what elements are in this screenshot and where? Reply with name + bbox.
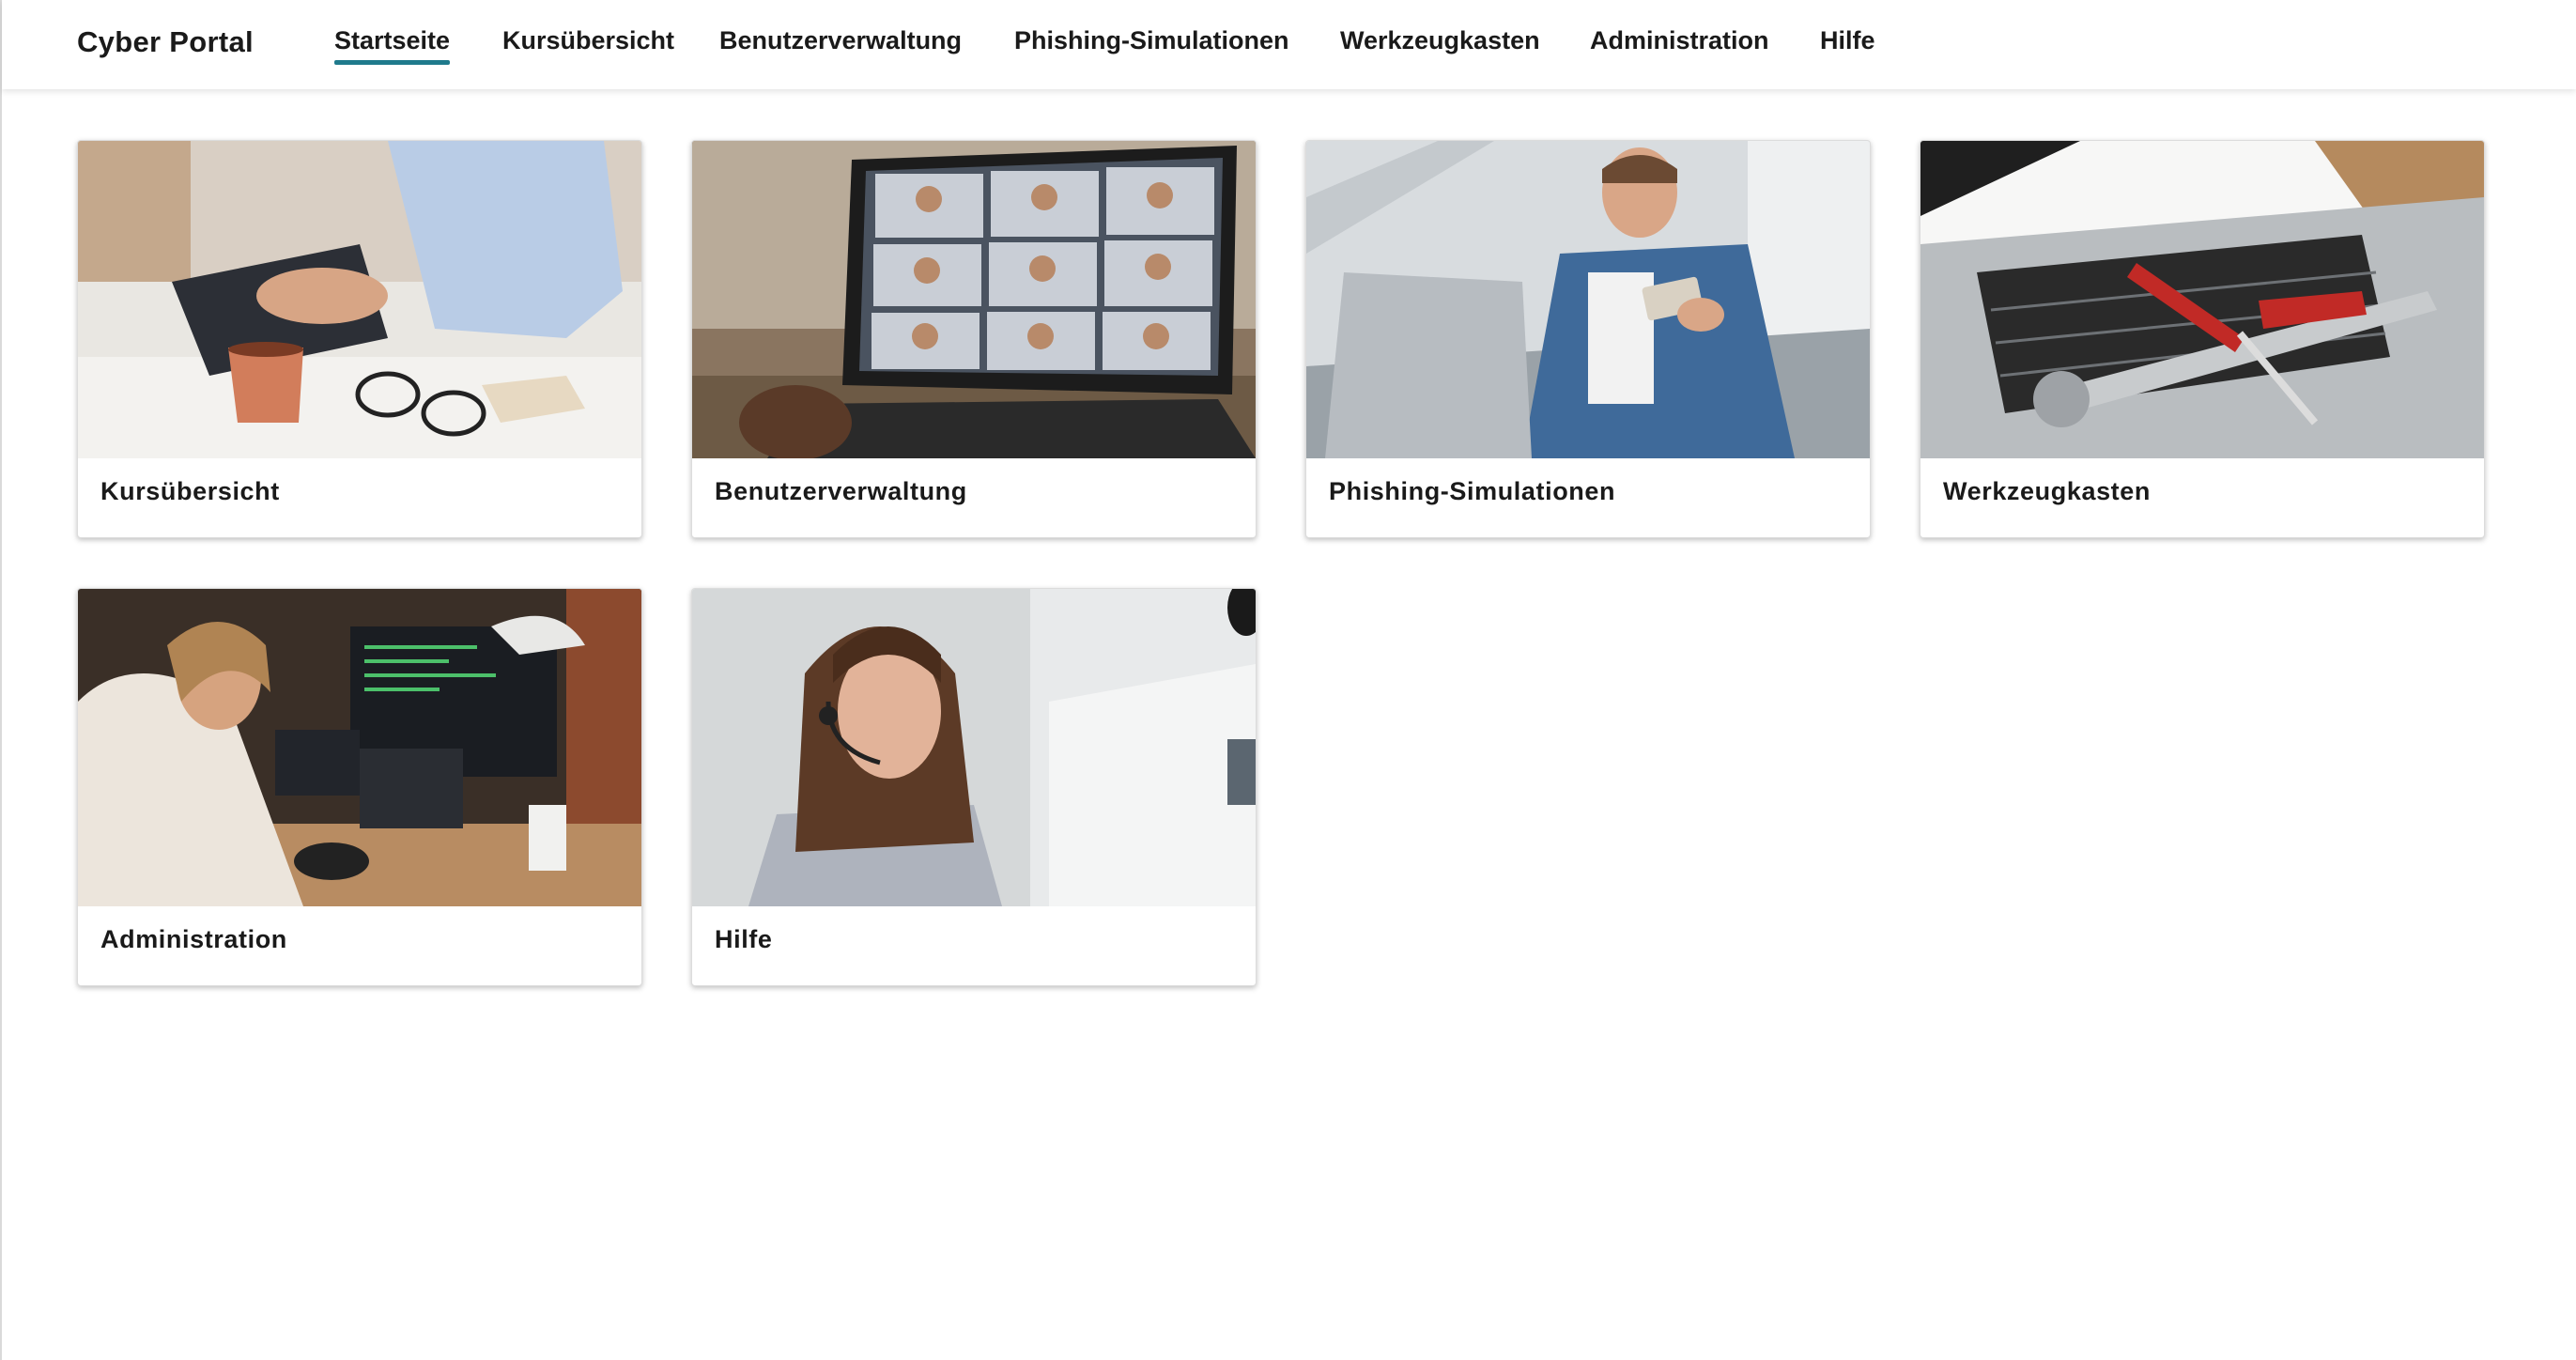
card-label: Werkzeugkasten — [1943, 477, 2151, 505]
nav-item-benutzerverwaltung[interactable]: Benutzerverwaltung — [719, 26, 962, 55]
man-with-laptop-and-credit-card-photo — [1306, 141, 1870, 458]
woman-typing-on-laptop-with-coffee-photo — [78, 141, 641, 458]
card-phishing-simulationen[interactable]: Phishing-Simulationen — [1305, 140, 1871, 538]
card-kursuebersicht[interactable]: Kursübersicht — [77, 140, 642, 538]
video-conference-on-laptop-photo — [692, 141, 1256, 458]
nav-item-werkzeugkasten[interactable]: Werkzeugkasten — [1340, 26, 1540, 55]
developer-at-multi-monitor-desk-photo — [78, 589, 641, 906]
nav-item-administration[interactable]: Administration — [1590, 26, 1769, 55]
nav-item-kursuebersicht[interactable]: Kursübersicht — [502, 26, 674, 55]
card-label: Administration — [100, 925, 287, 953]
nav-item-startseite[interactable]: Startseite — [334, 26, 451, 65]
brand-title[interactable]: Cyber Portal — [77, 25, 254, 59]
card-label: Benutzerverwaltung — [715, 477, 967, 505]
card-benutzerverwaltung[interactable]: Benutzerverwaltung — [691, 140, 1257, 538]
nav-item-hilfe[interactable]: Hilfe — [1820, 26, 1875, 55]
screwdriver-and-wrench-on-laptop-photo — [1920, 141, 2484, 458]
card-label: Phishing-Simulationen — [1329, 477, 1616, 505]
page: Cyber Portal Startseite Kursübersicht Be… — [0, 0, 2576, 1360]
top-navigation-bar: Cyber Portal Startseite Kursübersicht Be… — [2, 0, 2576, 89]
support-agent-with-headset-photo — [692, 589, 1256, 906]
card-label: Hilfe — [715, 925, 773, 953]
card-label: Kursübersicht — [100, 477, 280, 505]
card-werkzeugkasten[interactable]: Werkzeugkasten — [1920, 140, 2485, 538]
card-administration[interactable]: Administration — [77, 588, 642, 986]
nav-item-phishing-simulationen[interactable]: Phishing-Simulationen — [1014, 26, 1289, 55]
card-hilfe[interactable]: Hilfe — [691, 588, 1257, 986]
